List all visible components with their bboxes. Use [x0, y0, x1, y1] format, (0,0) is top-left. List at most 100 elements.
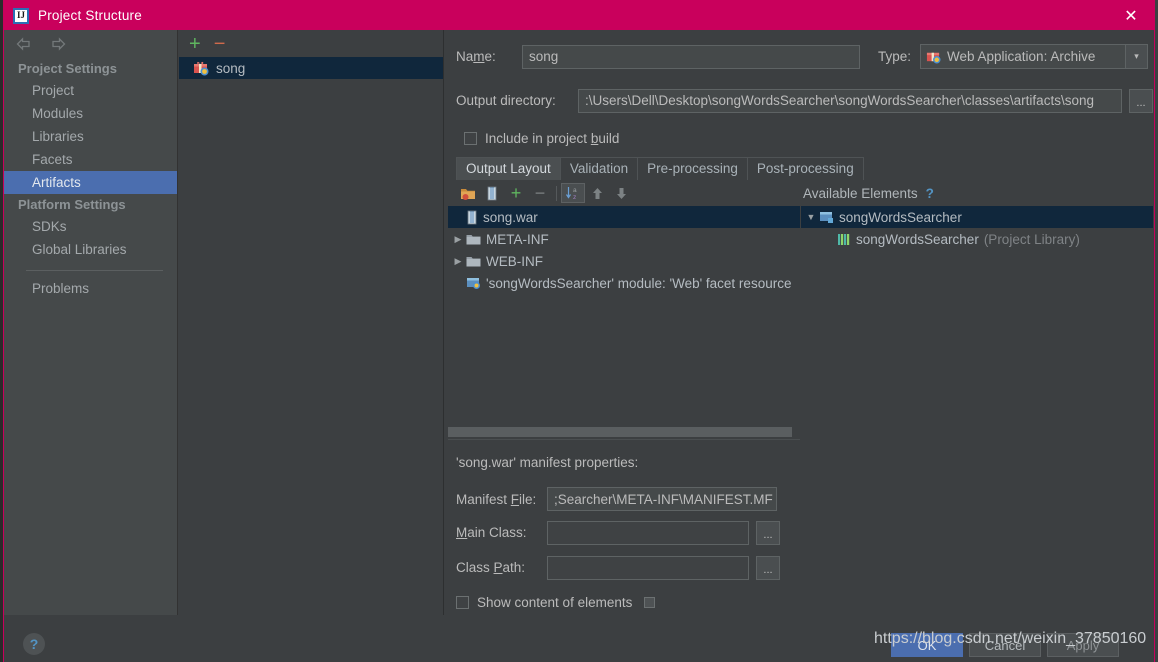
output-directory-label: Output directory:	[456, 93, 556, 108]
forward-arrow-icon[interactable]	[49, 36, 67, 52]
tree-row-label: songWordsSearcher	[856, 231, 979, 247]
tree-row[interactable]: ▶ META-INF	[448, 228, 800, 250]
tree-row[interactable]: ▶ WEB-INF	[448, 250, 800, 272]
chevron-right-icon[interactable]: ▶	[450, 234, 466, 245]
type-dropdown[interactable]: Web Application: Archive ▾	[920, 44, 1148, 69]
class-path-input[interactable]	[547, 555, 749, 580]
sidebar-item-project[interactable]: Project	[4, 79, 177, 102]
tree-row-label: songWordsSearcher	[839, 209, 962, 225]
project-structure-dialog: IJ Project Structure ✕ Project Settings …	[3, 0, 1155, 662]
add-directory-icon[interactable]	[456, 183, 480, 203]
apply-button[interactable]: Apply	[1047, 633, 1119, 657]
main-class-label: Main Class:	[456, 525, 527, 540]
trees-area: song.war ▶ META-INF ▶ WEB-INF 'songWords…	[446, 206, 1154, 440]
ok-button[interactable]: OK	[891, 633, 963, 657]
output-tree-horizontal-scrollbar[interactable]	[448, 427, 798, 437]
tree-row-label: META-INF	[486, 231, 549, 247]
sort-az-icon[interactable]: a z	[561, 183, 585, 203]
dialog-bottom-bar: ? OK Cancel Apply	[4, 625, 1154, 662]
show-content-of-elements-checkbox[interactable]	[456, 595, 469, 609]
tree-row[interactable]: 'songWordsSearcher' module: 'Web' facet …	[448, 272, 800, 294]
artifacts-toolbar: + −	[179, 30, 443, 57]
module-icon	[820, 212, 833, 223]
sidebar-nav-arrows	[4, 30, 177, 58]
sidebar-item-libraries[interactable]: Libraries	[4, 125, 177, 148]
chevron-down-icon[interactable]: ▼	[803, 212, 819, 222]
sidebar-item-global-libraries[interactable]: Global Libraries	[4, 238, 177, 261]
settings-sidebar: Project Settings Project Modules Librari…	[4, 30, 178, 615]
dialog-title: Project Structure	[38, 8, 142, 23]
tab-validation[interactable]: Validation	[559, 157, 639, 180]
folder-icon	[466, 234, 481, 244]
dialog-body: Project Settings Project Modules Librari…	[4, 30, 1154, 625]
move-up-icon[interactable]	[585, 183, 609, 203]
sidebar-item-sdks[interactable]: SDKs	[4, 215, 177, 238]
manifest-file-input[interactable]: ;Searcher\META-INF\MANIFEST.MF	[547, 487, 777, 511]
available-elements-label: Available Elements?	[803, 185, 934, 201]
include-in-project-build-label: Include in project build	[485, 131, 620, 146]
output-layout-tree: song.war ▶ META-INF ▶ WEB-INF 'songWords…	[448, 206, 800, 424]
main-class-input[interactable]	[547, 520, 749, 545]
tree-row[interactable]: ▼ songWordsSearcher	[801, 206, 1153, 228]
back-arrow-icon[interactable]	[15, 36, 33, 52]
manifest-file-label: Manifest File:	[456, 491, 537, 507]
show-content-info-icon[interactable]	[644, 596, 656, 608]
chevron-right-icon[interactable]: ▶	[450, 256, 466, 267]
library-icon	[838, 233, 850, 245]
toolbar-separator	[556, 185, 557, 201]
sidebar-item-artifacts[interactable]: Artifacts	[4, 171, 177, 194]
tree-row[interactable]: song.war	[448, 206, 800, 228]
type-value: Web Application: Archive	[947, 49, 1096, 64]
add-plus-icon[interactable]: +	[504, 183, 528, 203]
list-item[interactable]: song	[179, 57, 443, 79]
close-icon[interactable]: ✕	[1108, 1, 1154, 30]
remove-artifact-button[interactable]: −	[214, 34, 226, 54]
module-facet-icon	[467, 278, 480, 289]
manifest-properties-section: 'song.war' manifest properties: Manifest…	[456, 455, 1148, 614]
include-in-project-build-checkbox[interactable]	[464, 132, 477, 145]
move-down-icon[interactable]	[609, 183, 633, 203]
artifact-icon	[194, 61, 209, 76]
sidebar-group-header-project-settings: Project Settings	[18, 61, 117, 76]
browse-output-directory-button[interactable]: ...	[1129, 88, 1153, 113]
browse-main-class-button[interactable]: ...	[756, 520, 780, 545]
add-archive-icon[interactable]	[480, 183, 504, 203]
intellij-logo-icon: IJ	[13, 7, 29, 24]
tree-row-label: 'songWordsSearcher' module: 'Web' facet …	[486, 275, 792, 291]
list-item-label: song	[216, 60, 246, 76]
folder-icon	[466, 256, 481, 266]
sidebar-divider	[26, 270, 163, 271]
artifact-detail-panel: Name: song Type: Web Application: Archiv…	[445, 30, 1154, 615]
browse-class-path-button[interactable]: ...	[756, 555, 780, 580]
remove-minus-icon[interactable]: −	[528, 183, 552, 203]
available-elements-help-icon[interactable]: ?	[926, 186, 934, 201]
tab-pre-processing[interactable]: Pre-processing	[637, 157, 748, 180]
cancel-button[interactable]: Cancel	[969, 633, 1041, 657]
name-input[interactable]: song	[522, 44, 860, 69]
scrollbar-thumb[interactable]	[448, 427, 792, 437]
tree-bottom-divider	[448, 439, 800, 440]
tab-post-processing[interactable]: Post-processing	[746, 157, 864, 180]
sidebar-item-facets[interactable]: Facets	[4, 148, 177, 171]
class-path-label: Class Path:	[456, 560, 526, 575]
tab-output-layout[interactable]: Output Layout	[456, 157, 561, 180]
type-label: Type:	[878, 49, 912, 64]
sidebar-item-modules[interactable]: Modules	[4, 102, 177, 125]
manifest-properties-title: 'song.war' manifest properties:	[456, 455, 639, 470]
svg-text:a: a	[573, 187, 577, 194]
name-label: Name:	[456, 49, 496, 64]
show-content-of-elements-label: Show content of elements	[477, 594, 633, 610]
artifact-type-icon	[926, 52, 941, 64]
svg-text:z: z	[573, 194, 576, 201]
sidebar-item-problems[interactable]: Problems	[4, 277, 177, 300]
chevron-down-icon[interactable]: ▾	[1125, 45, 1147, 68]
tree-row-label: song.war	[483, 209, 538, 225]
archive-icon	[467, 210, 477, 224]
help-icon[interactable]: ?	[23, 633, 45, 655]
output-layout-toolbar: + − a z Available Elements ?	[450, 182, 1150, 204]
tree-row-suffix: (Project Library)	[983, 231, 1080, 247]
sidebar-group-header-platform-settings: Platform Settings	[18, 197, 126, 212]
add-artifact-button[interactable]: +	[189, 34, 201, 54]
output-directory-input[interactable]: :\Users\Dell\Desktop\songWordsSearcher\s…	[578, 88, 1122, 113]
tree-row[interactable]: songWordsSearcher (Project Library)	[801, 228, 1153, 250]
